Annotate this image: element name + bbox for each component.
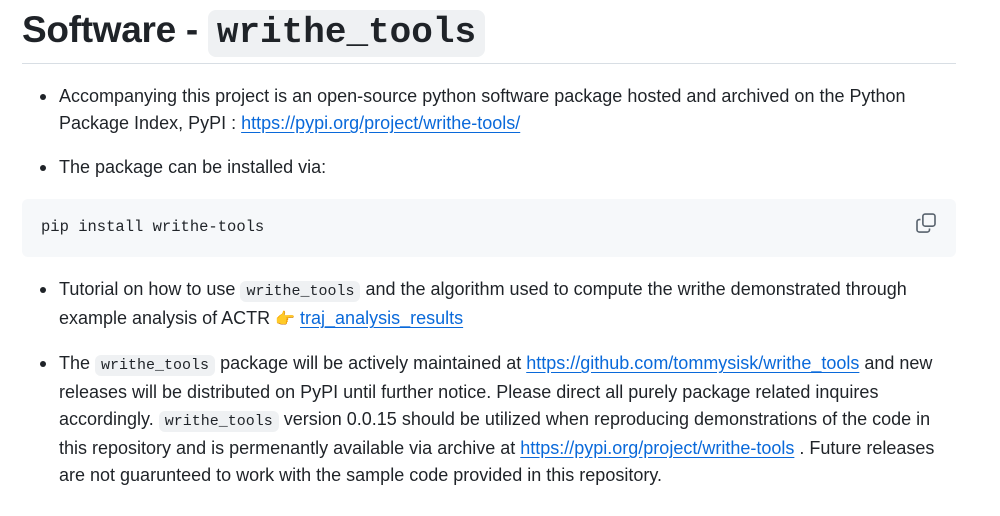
- list-item-pypi: Accompanying this project is an open-sou…: [22, 83, 960, 137]
- inline-code: writhe_tools: [240, 281, 361, 302]
- maint-text-2: package will be actively maintained at: [215, 353, 527, 373]
- readme-section: Software - writhe_tools Accompanying thi…: [0, 0, 1000, 516]
- copy-icon: [916, 213, 936, 233]
- pypi-archive-link[interactable]: https://pypi.org/project/writhe-tools: [520, 438, 794, 458]
- install-command: pip install writhe-tools: [41, 218, 265, 236]
- heading-text: Software -: [22, 9, 208, 50]
- bullet-list-bottom: Tutorial on how to use writhe_tools and …: [22, 276, 960, 489]
- traj-analysis-link[interactable]: traj_analysis_results: [300, 308, 463, 328]
- inline-code: writhe_tools: [158, 411, 279, 432]
- list-item-install: The package can be installed via:: [22, 154, 960, 181]
- copy-button[interactable]: [916, 213, 938, 235]
- bullet-list-top: Accompanying this project is an open-sou…: [22, 83, 960, 181]
- heading-divider: [22, 63, 956, 64]
- install-text: The package can be installed via:: [59, 157, 327, 177]
- list-item-tutorial: Tutorial on how to use writhe_tools and …: [22, 276, 960, 333]
- tutorial-text-1: Tutorial on how to use: [59, 279, 241, 299]
- inline-code: writhe_tools: [95, 355, 216, 376]
- maint-text-1: The: [59, 353, 96, 373]
- pypi-link[interactable]: https://pypi.org/project/writhe-tools/: [241, 113, 520, 133]
- code-block: pip install writhe-tools: [22, 199, 956, 257]
- section-heading: Software - writhe_tools: [22, 6, 956, 57]
- list-item-maintenance: The writhe_tools package will be activel…: [22, 350, 960, 489]
- github-link[interactable]: https://github.com/tommysisk/writhe_tool…: [526, 353, 859, 373]
- heading-code: writhe_tools: [207, 10, 486, 57]
- pointing-hand-icon: 👉: [275, 311, 296, 328]
